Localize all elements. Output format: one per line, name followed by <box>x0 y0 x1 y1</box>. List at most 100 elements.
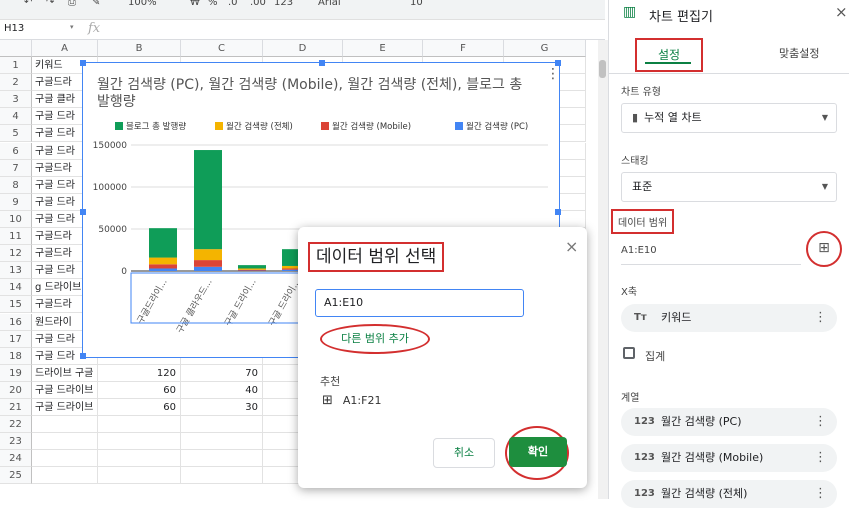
aggregate-checkbox[interactable] <box>623 347 635 359</box>
column-header[interactable]: B <box>98 40 181 57</box>
row-header[interactable]: 14 <box>0 279 32 296</box>
tab-setup[interactable]: 설정 <box>635 38 703 72</box>
row-header[interactable]: 13 <box>0 262 32 279</box>
row-header[interactable]: 9 <box>0 194 32 211</box>
grid-cell[interactable] <box>181 433 263 450</box>
more-formats-button[interactable]: 123 <box>274 0 293 8</box>
bar-segment[interactable] <box>194 260 222 267</box>
row-header[interactable]: 17 <box>0 331 32 348</box>
grid-cell[interactable]: 70 <box>181 365 263 382</box>
more-vert-icon[interactable]: ⋮ <box>814 444 827 472</box>
tab-customize[interactable]: 맞춤설정 <box>779 45 819 61</box>
row-header[interactable]: 22 <box>0 416 32 433</box>
resize-handle[interactable] <box>319 60 325 66</box>
row-header[interactable]: 3 <box>0 91 32 108</box>
grid-cell[interactable] <box>98 433 181 450</box>
more-vert-icon[interactable]: ⋮ <box>814 408 827 436</box>
range-input[interactable]: A1:E10 <box>315 289 524 317</box>
grid-cell[interactable]: 드라이브 구글 <box>32 365 98 382</box>
grid-cell[interactable] <box>32 467 98 484</box>
grid-cell[interactable]: 구글 드라이브 <box>32 399 98 416</box>
row-header[interactable]: 5 <box>0 125 32 142</box>
column-header[interactable]: F <box>423 40 504 57</box>
resize-handle[interactable] <box>80 353 86 359</box>
more-vert-icon[interactable]: ⋮ <box>814 304 827 332</box>
grid-cell[interactable] <box>181 467 263 484</box>
bar-segment[interactable] <box>194 150 222 249</box>
close-icon[interactable]: × <box>835 3 848 21</box>
name-box-dropdown-icon[interactable]: ▾ <box>70 23 74 31</box>
bar-segment[interactable] <box>238 270 266 271</box>
row-header[interactable]: 24 <box>0 450 32 467</box>
cancel-button[interactable]: 취소 <box>433 438 495 468</box>
grid-cell[interactable]: 40 <box>181 382 263 399</box>
row-header[interactable]: 4 <box>0 108 32 125</box>
grid-cell[interactable] <box>181 416 263 433</box>
resize-handle[interactable] <box>555 60 561 66</box>
ok-button[interactable]: 확인 <box>509 437 567 467</box>
row-header[interactable]: 16 <box>0 314 32 331</box>
select-range-grid-icon[interactable]: ⊞ <box>806 231 842 267</box>
grid-cell[interactable]: 60 <box>98 399 181 416</box>
row-header[interactable]: 19 <box>0 365 32 382</box>
bar-segment[interactable] <box>238 268 266 269</box>
resize-handle[interactable] <box>80 209 86 215</box>
bar-segment[interactable] <box>149 268 177 271</box>
paint-format-icon[interactable]: ✎ <box>92 0 100 8</box>
row-header[interactable]: 10 <box>0 211 32 228</box>
column-header[interactable]: A <box>32 40 98 57</box>
grid-cell[interactable] <box>98 450 181 467</box>
grid-cell[interactable]: 120 <box>98 365 181 382</box>
suggested-range[interactable]: ⊞A1:F21 <box>322 393 381 408</box>
resize-handle[interactable] <box>80 60 86 66</box>
decimal-less-button[interactable]: .0 <box>228 0 238 8</box>
bar-segment[interactable] <box>238 265 266 268</box>
column-header[interactable]: E <box>343 40 423 57</box>
scrollbar-thumb[interactable] <box>599 60 606 78</box>
close-icon[interactable]: × <box>565 237 578 256</box>
vertical-scrollbar[interactable] <box>598 40 608 499</box>
row-header[interactable]: 2 <box>0 74 32 91</box>
grid-cell[interactable] <box>32 416 98 433</box>
row-header[interactable]: 15 <box>0 296 32 313</box>
grid-cell[interactable]: 30 <box>181 399 263 416</box>
row-header[interactable]: 8 <box>0 177 32 194</box>
grid-cell[interactable] <box>32 433 98 450</box>
data-range-value[interactable]: A1:E10 <box>621 245 657 256</box>
resize-handle[interactable] <box>555 209 561 215</box>
bar-segment[interactable] <box>149 258 177 265</box>
row-header[interactable]: 18 <box>0 348 32 365</box>
bar-segment[interactable] <box>149 228 177 257</box>
row-header[interactable]: 23 <box>0 433 32 450</box>
row-header[interactable]: 12 <box>0 245 32 262</box>
row-header[interactable]: 6 <box>0 143 32 160</box>
bar-segment[interactable] <box>194 267 222 271</box>
grid-cell[interactable] <box>98 467 181 484</box>
bar-segment[interactable] <box>194 249 222 260</box>
series-chip[interactable]: 123월간 검색량 (Mobile)⋮ <box>621 444 837 472</box>
row-header[interactable]: 25 <box>0 467 32 484</box>
series-chip[interactable]: 123월간 검색량 (전체)⋮ <box>621 480 837 508</box>
currency-button[interactable]: ₩ <box>190 0 200 8</box>
bar-segment[interactable] <box>149 264 177 268</box>
row-header[interactable]: 20 <box>0 382 32 399</box>
row-header[interactable]: 11 <box>0 228 32 245</box>
grid-cell[interactable] <box>32 450 98 467</box>
grid-cell[interactable] <box>181 450 263 467</box>
row-header[interactable]: 7 <box>0 160 32 177</box>
zoom-select[interactable]: 100% <box>128 0 157 8</box>
undo-icon[interactable]: ↶ <box>24 0 32 8</box>
decimal-more-button[interactable]: .00 <box>250 0 266 8</box>
series-chip[interactable]: 123월간 검색량 (PC)⋮ <box>621 408 837 436</box>
redo-icon[interactable]: ↷ <box>46 0 54 8</box>
name-box[interactable]: H13 <box>4 23 24 34</box>
print-icon[interactable]: ⎙ <box>68 0 76 8</box>
stacking-select[interactable]: 표준 ▼ <box>621 172 837 202</box>
column-header[interactable]: D <box>263 40 343 57</box>
row-header[interactable]: 21 <box>0 399 32 416</box>
grid-cell[interactable]: 60 <box>98 382 181 399</box>
column-header[interactable]: G <box>504 40 586 57</box>
chart-type-select[interactable]: ▮누적 열 차트 ▼ <box>621 103 837 133</box>
percent-button[interactable]: % <box>208 0 218 8</box>
grid-cell[interactable] <box>98 416 181 433</box>
